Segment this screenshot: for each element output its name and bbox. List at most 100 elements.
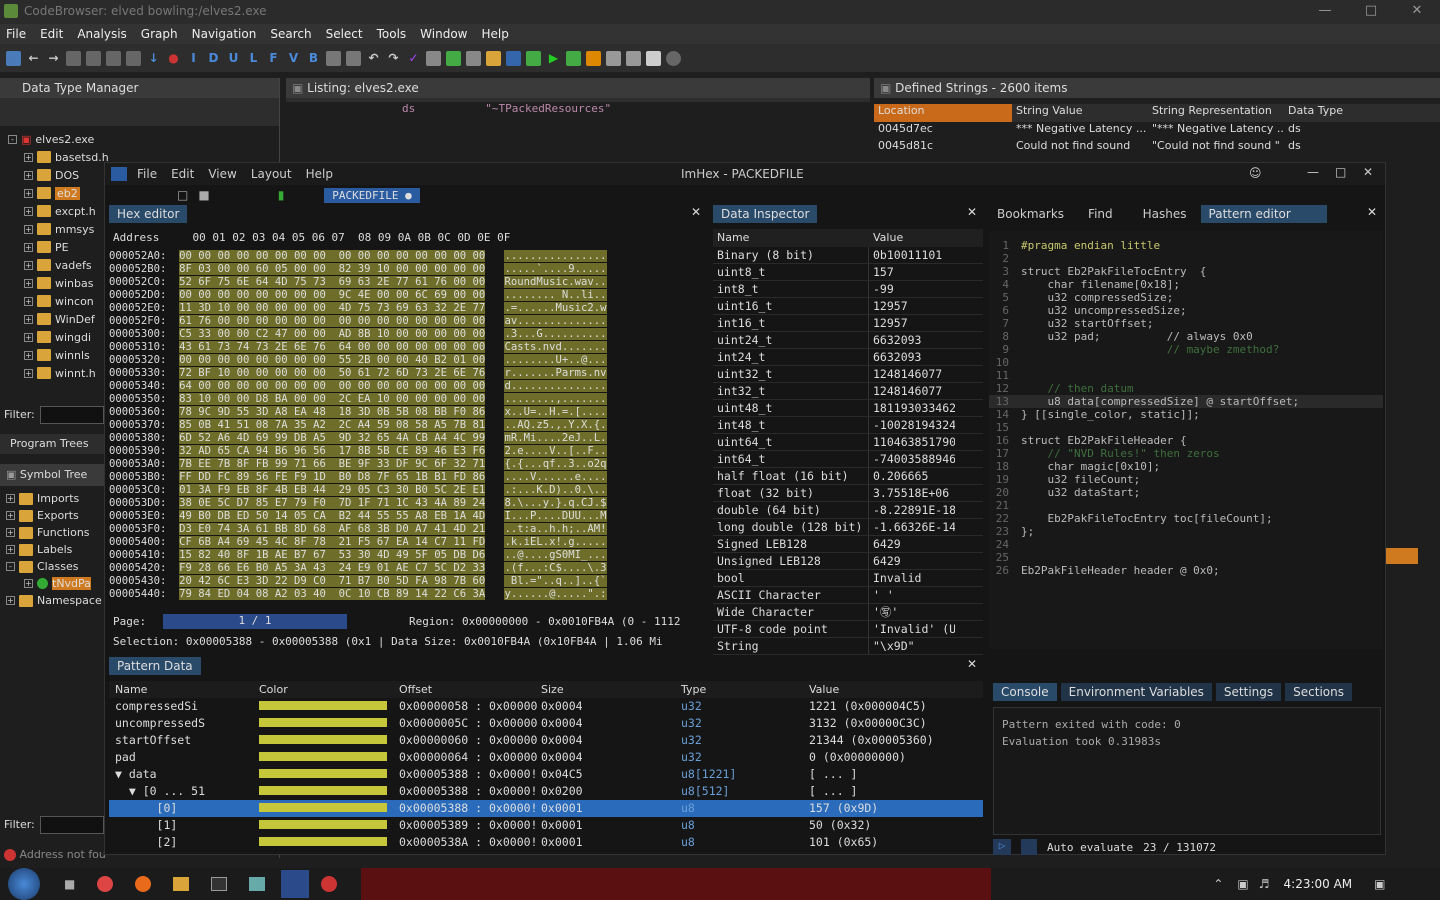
menu-window[interactable]: Window (420, 27, 467, 41)
hex-ascii[interactable]: d............... (504, 380, 607, 392)
table-row[interactable]: 0045d81c Could not find sound "Could not f… (874, 139, 1440, 156)
expand-icon[interactable]: + (24, 296, 33, 306)
inspector-row[interactable]: bool Invalid (713, 570, 983, 587)
smiley-icon[interactable]: ☺ (1249, 166, 1262, 180)
f-icon[interactable]: F (266, 51, 281, 66)
d-icon[interactable]: D (206, 51, 221, 66)
table-row[interactable]: [0] 0x00005388 : 0x0000! 0x0001 u8 157 (0x9D… (109, 800, 983, 817)
hex-bytes[interactable]: 83 10 00 00 D8 BA 00 00 2C EA 10 00 00 0… (179, 393, 486, 405)
listing-line[interactable]: ds "~TPackedResources" (286, 102, 870, 115)
expand-icon[interactable]: + (6, 596, 15, 605)
hex-ascii[interactable]: .:...K.D)..0.\.. (504, 484, 607, 496)
hex-row[interactable]: 000052A0: 00 00 00 00 00 00 00 00 00 00 … (109, 250, 709, 263)
hex-bytes[interactable]: 78 9C 9D 55 3D A8 EA 48 18 3D 0B 5B 08 B… (179, 406, 486, 418)
refresh-icon[interactable] (446, 50, 461, 66)
hex-row[interactable]: 000053E0: 49 B0 DB ED 50 14 05 CA B2 44 … (109, 510, 709, 523)
explorer-icon[interactable] (173, 877, 190, 891)
u-icon[interactable]: U (226, 51, 241, 66)
imhex-menu-help[interactable]: Help (306, 167, 333, 181)
inspector-row[interactable]: half float (16 bit) 0.206665 (713, 468, 983, 485)
folder-icon[interactable] (486, 50, 501, 66)
hex-bytes[interactable]: 00 00 00 00 00 00 00 00 9C 4E 00 00 6C 6… (179, 289, 486, 301)
table-row[interactable]: compressedSi 0x00000058 : 0x00000 0x0004 u3… (109, 698, 983, 715)
expand-icon[interactable]: + (24, 170, 33, 180)
tool-icon[interactable] (566, 50, 581, 66)
hex-ascii[interactable]: I...P....DUU...M (504, 510, 607, 522)
table-row[interactable]: uncompressedS 0x0000005C : 0x00000 0x0004 u… (109, 715, 983, 732)
inspector-row[interactable]: uint64_t 110463851790 (713, 434, 983, 451)
hex-bytes[interactable]: 01 3A F9 EB 8F 4B EB 44 29 05 C3 30 B0 5… (179, 484, 486, 496)
hex-bytes[interactable]: 72 BF 10 00 00 00 00 00 50 61 72 6D 73 2… (179, 367, 486, 379)
table-row[interactable]: pad 0x00000064 : 0x00000 0x0004 u32 0 (0x000… (109, 749, 983, 766)
menu-search[interactable]: Search (270, 27, 311, 41)
table-row[interactable]: [1] 0x00005389 : 0x0000! 0x0001 u8 50 (0x32) (109, 817, 983, 834)
table-row[interactable]: startOffset 0x00000060 : 0x00000 0x0004 u32… (109, 732, 983, 749)
hex-ascii[interactable]: mR.Mi....2eJ..L. (504, 432, 607, 444)
inspector-row[interactable]: uint48_t 181193033462 (713, 400, 983, 417)
bookmark-icon[interactable]: ▮ (278, 188, 285, 202)
tab-settings[interactable]: Settings (1215, 683, 1282, 701)
chevron-up-icon[interactable]: ⌃ (1213, 877, 1223, 891)
hex-ascii[interactable]: .3...G.......... (504, 328, 607, 340)
menu-edit[interactable]: Edit (40, 27, 63, 41)
inspector-row[interactable]: uint24_t 6632093 (713, 332, 983, 349)
open-file-icon[interactable]: ■ (198, 188, 209, 202)
hex-rows[interactable]: 000052A0: 00 00 00 00 00 00 00 00 00 00 … (109, 250, 709, 601)
play-icon[interactable]: ▶ (546, 51, 561, 66)
hex-ascii[interactable]: .k.iEL.x!.g..... (504, 536, 607, 548)
hex-ascii[interactable]: .(f...:C$....\.3 (504, 562, 607, 574)
symbol-item[interactable]: - Classes (6, 558, 106, 575)
minimize-icon[interactable]: — (1307, 165, 1319, 179)
page-slider[interactable]: 1 / 1 (163, 614, 347, 629)
firefox-icon[interactable] (135, 876, 152, 892)
volume-icon[interactable]: ♬ (1259, 877, 1270, 891)
inspector-row[interactable]: int32_t 1248146077 (713, 383, 983, 400)
col-string-value[interactable]: String Value (1012, 104, 1148, 122)
hex-row[interactable]: 00005300: C5 33 00 00 C2 47 00 00 AD 8B … (109, 328, 709, 341)
task-view-icon[interactable]: ■ (64, 877, 75, 891)
hex-row[interactable]: 00005410: 15 82 40 8F 1B AE B7 67 53 30 … (109, 549, 709, 562)
dtm-filter-input[interactable] (40, 406, 104, 424)
inspector-row[interactable]: int8_t -99 (713, 281, 983, 298)
hex-bytes[interactable]: 8F 03 00 00 60 05 00 00 82 39 10 00 00 0… (179, 263, 486, 275)
hex-ascii[interactable]: y......@.....".: (504, 588, 607, 600)
collapse-icon[interactable]: - (6, 562, 15, 571)
imhex-menu-view[interactable]: View (208, 167, 236, 181)
v-icon[interactable]: V (286, 51, 301, 66)
hex-ascii[interactable]: Casts.nvd....... (504, 341, 607, 353)
hex-bytes[interactable]: 00 00 00 00 00 00 00 00 00 00 00 00 00 0… (179, 250, 486, 262)
file-tab[interactable]: PACKEDFILE ● (324, 187, 420, 203)
hex-bytes[interactable]: 15 82 40 8F 1B AE B7 67 53 30 4D 49 5F 0… (179, 549, 486, 561)
inspector-row[interactable]: uint16_t 12957 (713, 298, 983, 315)
app-icon[interactable] (249, 877, 266, 891)
hex-row[interactable]: 000052C0: 52 6F 75 6E 64 4D 75 73 69 63 … (109, 276, 709, 289)
inspector-row[interactable]: String "\x9D" (713, 638, 983, 655)
hex-bytes[interactable]: 11 3D 10 00 00 00 00 00 4D 75 73 69 63 3… (179, 302, 486, 314)
close-icon[interactable]: ✕ (1363, 165, 1373, 179)
table-row[interactable]: ▼ [0 ... 51 0x00005388 : 0x0000! 0x0200 u8[… (109, 783, 983, 800)
hex-bytes[interactable]: 43 61 73 74 73 2E 6E 76 64 00 00 00 00 0… (179, 341, 486, 353)
inspector-row[interactable]: int16_t 12957 (713, 315, 983, 332)
close-icon[interactable]: ✕ (1394, 0, 1440, 24)
new-file-icon[interactable]: □ (177, 188, 188, 202)
start-icon[interactable] (8, 868, 40, 900)
nav-icon[interactable] (66, 50, 81, 66)
hex-row[interactable]: 000053C0: 01 3A F9 EB 8F 4B EB 44 29 05 … (109, 484, 709, 497)
help-icon[interactable] (666, 50, 681, 66)
chrome-icon[interactable] (97, 876, 114, 892)
maximize-icon[interactable]: □ (1335, 165, 1346, 179)
hex-ascii[interactable]: ........,....... (504, 393, 607, 405)
tool-icon[interactable] (346, 50, 361, 66)
table-row[interactable]: [2] 0x0000538A : 0x0000! 0x0001 u8 101 (0x65… (109, 834, 983, 851)
hex-row[interactable]: 00005400: CF 6B A4 69 45 4C 8F 78 21 F5 … (109, 536, 709, 549)
b-icon[interactable]: B (306, 51, 321, 66)
hex-row[interactable]: 00005380: 6D 52 A6 4D 69 99 DB A5 9D 32 … (109, 432, 709, 445)
hex-row[interactable]: 00005330: 72 BF 10 00 00 00 00 00 50 61 … (109, 367, 709, 380)
hex-ascii[interactable]: Bl.="..q..]..{` (504, 575, 607, 587)
expand-icon[interactable]: + (24, 350, 33, 360)
inspector-row[interactable]: int64_t -74003588946 (713, 451, 983, 468)
symbol-item[interactable]: + Imports (6, 490, 106, 507)
7zip-icon[interactable] (211, 877, 228, 891)
expand-icon[interactable]: + (24, 368, 33, 378)
maximize-icon[interactable]: □ (1348, 0, 1394, 24)
